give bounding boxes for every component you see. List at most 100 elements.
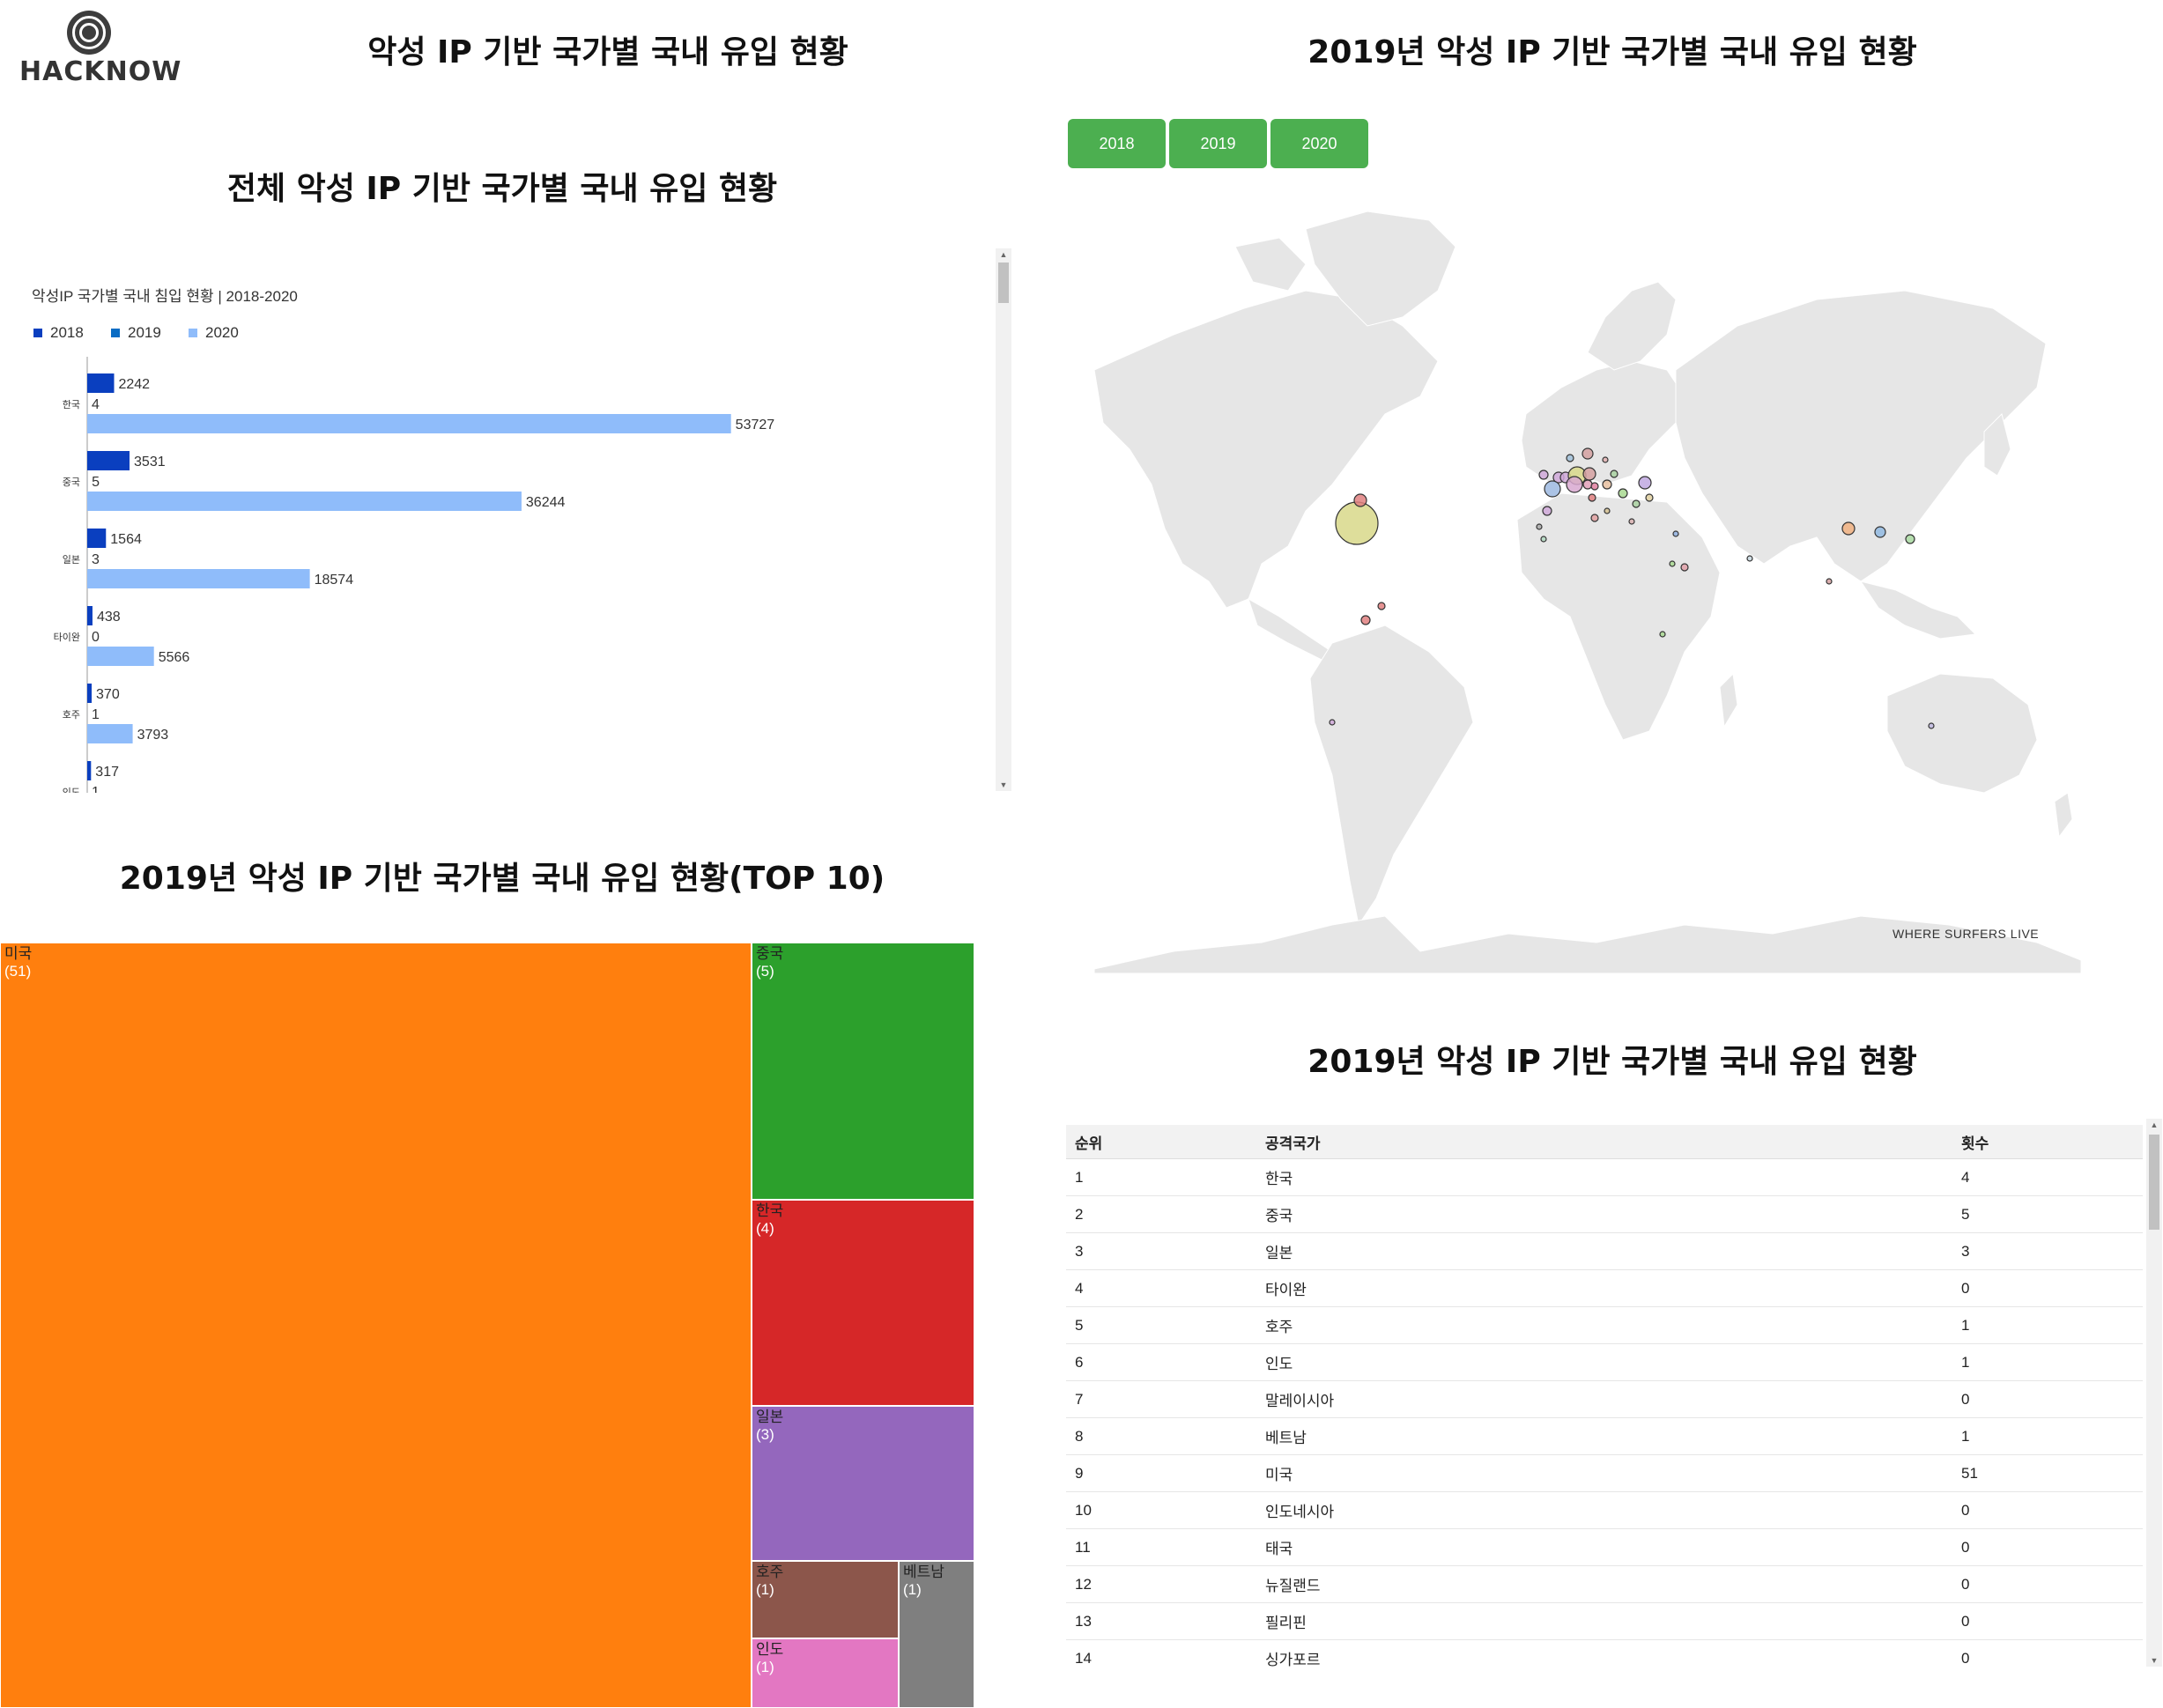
map-bubble[interactable]	[1588, 493, 1596, 502]
treemap-cell[interactable]: 일본 (3)	[752, 1406, 974, 1561]
bar-2018[interactable]	[87, 606, 93, 625]
map-bubble[interactable]	[1590, 514, 1599, 522]
legend-label-2020[interactable]: 2020	[205, 324, 239, 341]
bar-2018[interactable]	[87, 529, 107, 548]
bar-2020[interactable]	[87, 724, 133, 743]
map-bubble[interactable]	[1590, 482, 1599, 491]
count-cell: 0	[1952, 1565, 2143, 1603]
treemap-cell[interactable]: 호주 (1)	[752, 1561, 899, 1638]
bar-chart-scrollbar[interactable]: ▲ ▼	[996, 248, 1011, 791]
table-row[interactable]: 6 인도 1	[1066, 1343, 2143, 1381]
map-bubble[interactable]	[1602, 479, 1612, 490]
map-bubble[interactable]	[1329, 719, 1336, 726]
treemap-count: (3)	[756, 1426, 774, 1443]
treemap-country-name: 한국	[756, 1202, 784, 1219]
bar-2018[interactable]	[87, 451, 130, 470]
hacknow-logo[interactable]: HACKNOW	[19, 7, 181, 92]
treemap-cell[interactable]: 인도 (1)	[752, 1638, 899, 1708]
year-button-2018[interactable]: 2018	[1068, 119, 1166, 168]
map-bubble[interactable]	[1841, 521, 1856, 536]
map-bubble[interactable]	[1566, 454, 1574, 462]
map-bubble[interactable]	[1746, 555, 1753, 562]
map-bubble[interactable]	[1582, 479, 1593, 490]
rank-cell: 4	[1066, 1269, 1256, 1307]
world-map[interactable]	[1068, 194, 2081, 973]
overall-chart-title: 전체 악성 IP 기반 국가별 국내 유입 현황	[226, 171, 778, 207]
map-bubble[interactable]	[1672, 530, 1679, 537]
australia-shape	[1886, 673, 2038, 794]
bar-2020[interactable]	[87, 647, 154, 666]
canadian-islands-shape	[1234, 237, 1307, 292]
treemap-label: 미국 (51)	[4, 945, 32, 980]
rank-cell: 7	[1066, 1380, 1256, 1418]
map-credit: WHERE SURFERS LIVE	[1893, 927, 2040, 941]
country-cell: 중국	[1256, 1195, 1952, 1233]
map-bubble[interactable]	[1353, 493, 1367, 507]
bar-2018[interactable]	[87, 761, 92, 780]
map-bubble[interactable]	[1928, 722, 1935, 729]
map-bubble[interactable]	[1582, 447, 1594, 460]
map-bubble[interactable]	[1542, 506, 1552, 516]
map-bubble[interactable]	[1566, 476, 1583, 493]
scrollbar-thumb[interactable]	[2149, 1135, 2159, 1230]
map-bubble[interactable]	[1659, 631, 1666, 638]
bar-2018[interactable]	[87, 373, 115, 393]
treemap-cell[interactable]: 베트남 (1)	[899, 1561, 974, 1708]
year-button-2019[interactable]: 2019	[1169, 119, 1267, 168]
map-bubble[interactable]	[1628, 518, 1635, 525]
bar-2020[interactable]	[87, 414, 731, 433]
table-row[interactable]: 7 말레이시아 0	[1066, 1380, 2143, 1418]
year-button-2020[interactable]: 2020	[1270, 119, 1368, 168]
bar-2020[interactable]	[87, 492, 522, 511]
table-row[interactable]: 2 중국 5	[1066, 1195, 2143, 1233]
treemap-cell[interactable]: 미국 (51)	[0, 943, 752, 1708]
treemap-count: (1)	[756, 1659, 774, 1675]
bar-value-label: 4	[92, 397, 100, 412]
map-bubble[interactable]	[1874, 526, 1886, 538]
map-bubble[interactable]	[1610, 470, 1619, 478]
table-row[interactable]: 14 싱가포르 0	[1066, 1639, 2143, 1669]
map-bubble[interactable]	[1536, 523, 1543, 530]
map-bubble[interactable]	[1377, 602, 1386, 610]
category-label: 중국	[63, 477, 80, 488]
map-bubble[interactable]	[1905, 534, 1915, 544]
map-bubble[interactable]	[1544, 480, 1561, 498]
bar-2018[interactable]	[87, 684, 93, 703]
map-bubble[interactable]	[1602, 456, 1609, 463]
target-icon	[67, 11, 111, 55]
table-row[interactable]: 10 인도네시아 0	[1066, 1491, 2143, 1529]
map-bubble[interactable]	[1618, 488, 1628, 499]
map-bubble[interactable]	[1538, 470, 1549, 480]
map-bubble[interactable]	[1632, 499, 1641, 508]
treemap-cell[interactable]: 한국 (4)	[752, 1200, 974, 1406]
table-row[interactable]: 13 필리핀 0	[1066, 1602, 2143, 1640]
map-bubble[interactable]	[1638, 476, 1652, 490]
legend-swatch-2020	[189, 329, 197, 337]
table-row[interactable]: 12 뉴질랜드 0	[1066, 1565, 2143, 1603]
map-bubble[interactable]	[1604, 507, 1611, 514]
map-bubble[interactable]	[1360, 615, 1371, 625]
legend-label-2019[interactable]: 2019	[128, 324, 161, 341]
scrollbar-thumb[interactable]	[998, 262, 1009, 303]
map-bubble[interactable]	[1680, 563, 1689, 572]
table-row[interactable]: 9 미국 51	[1066, 1454, 2143, 1492]
table-scrollbar[interactable]: ▲ ▼	[2146, 1119, 2162, 1667]
table-row[interactable]: 8 베트남 1	[1066, 1417, 2143, 1455]
treemap-cell[interactable]: 중국 (5)	[752, 943, 974, 1200]
table-row[interactable]: 1 한국 4	[1066, 1158, 2143, 1196]
table-row[interactable]: 5 호주 1	[1066, 1306, 2143, 1344]
legend-swatch-2018	[33, 329, 42, 337]
map-bubble[interactable]	[1645, 493, 1654, 502]
map-bubble[interactable]	[1540, 536, 1547, 543]
map-bubble[interactable]	[1669, 560, 1676, 567]
table-row[interactable]: 11 태국 0	[1066, 1528, 2143, 1566]
bar-2020[interactable]	[87, 569, 310, 588]
map-bubble[interactable]	[1826, 578, 1833, 585]
table-row[interactable]: 4 타이완 0	[1066, 1269, 2143, 1307]
rank-cell: 13	[1066, 1602, 1256, 1640]
rank-cell: 14	[1066, 1639, 1256, 1669]
table-row[interactable]: 3 일본 3	[1066, 1232, 2143, 1270]
legend-label-2018[interactable]: 2018	[50, 324, 84, 341]
map-bubble[interactable]	[1582, 467, 1596, 481]
map-bubble[interactable]	[1335, 501, 1379, 545]
